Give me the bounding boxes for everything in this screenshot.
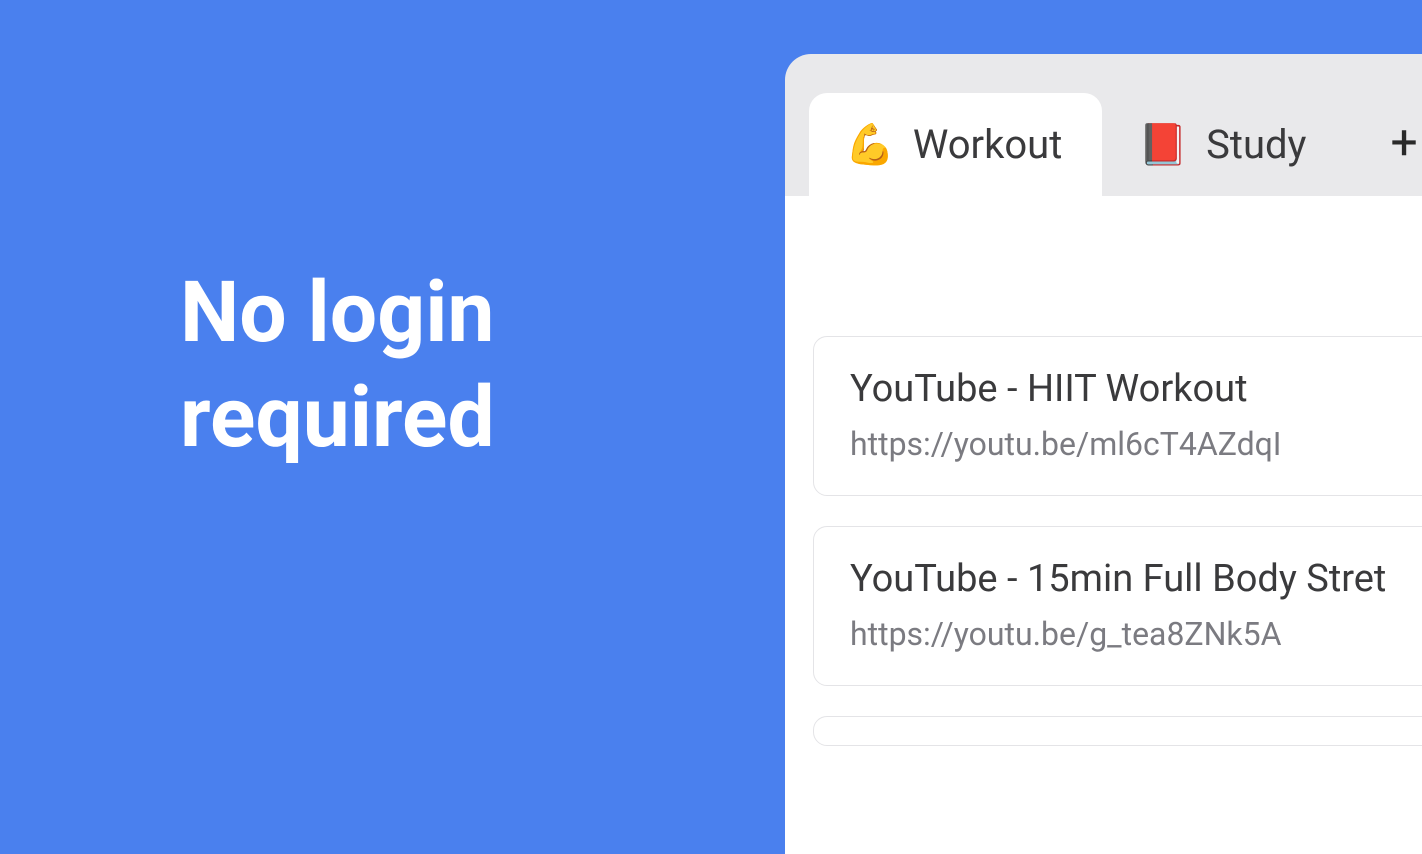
link-url: https://youtu.be/g_tea8ZNk5A bbox=[850, 615, 1422, 653]
link-card[interactable] bbox=[813, 716, 1422, 746]
tab-label: Study bbox=[1206, 121, 1306, 168]
hero-line-1: No login bbox=[180, 260, 495, 365]
add-tab-button[interactable]: + bbox=[1366, 99, 1422, 187]
book-icon: 📕 bbox=[1138, 125, 1188, 165]
link-title: YouTube - HIIT Workout bbox=[850, 367, 1422, 411]
link-title: YouTube - 15min Full Body Stret bbox=[850, 557, 1422, 601]
link-card[interactable]: YouTube - HIIT Workout https://youtu.be/… bbox=[813, 336, 1422, 496]
link-card[interactable]: YouTube - 15min Full Body Stret https://… bbox=[813, 526, 1422, 686]
hero-tagline: No login required bbox=[180, 260, 495, 470]
link-url: https://youtu.be/ml6cT4AZdqI bbox=[850, 425, 1422, 463]
hero-line-2: required bbox=[180, 365, 495, 470]
content-area: YouTube - HIIT Workout https://youtu.be/… bbox=[785, 196, 1422, 854]
plus-icon: + bbox=[1390, 114, 1417, 171]
flex-arm-icon: 💪 bbox=[845, 125, 895, 165]
tab-workout[interactable]: 💪 Workout bbox=[809, 93, 1102, 196]
tab-study[interactable]: 📕 Study bbox=[1102, 93, 1346, 196]
tab-label: Workout bbox=[913, 121, 1062, 168]
tab-bar: 💪 Workout 📕 Study + bbox=[785, 54, 1422, 196]
app-window: 💪 Workout 📕 Study + YouTube - HIIT Worko… bbox=[785, 54, 1422, 854]
